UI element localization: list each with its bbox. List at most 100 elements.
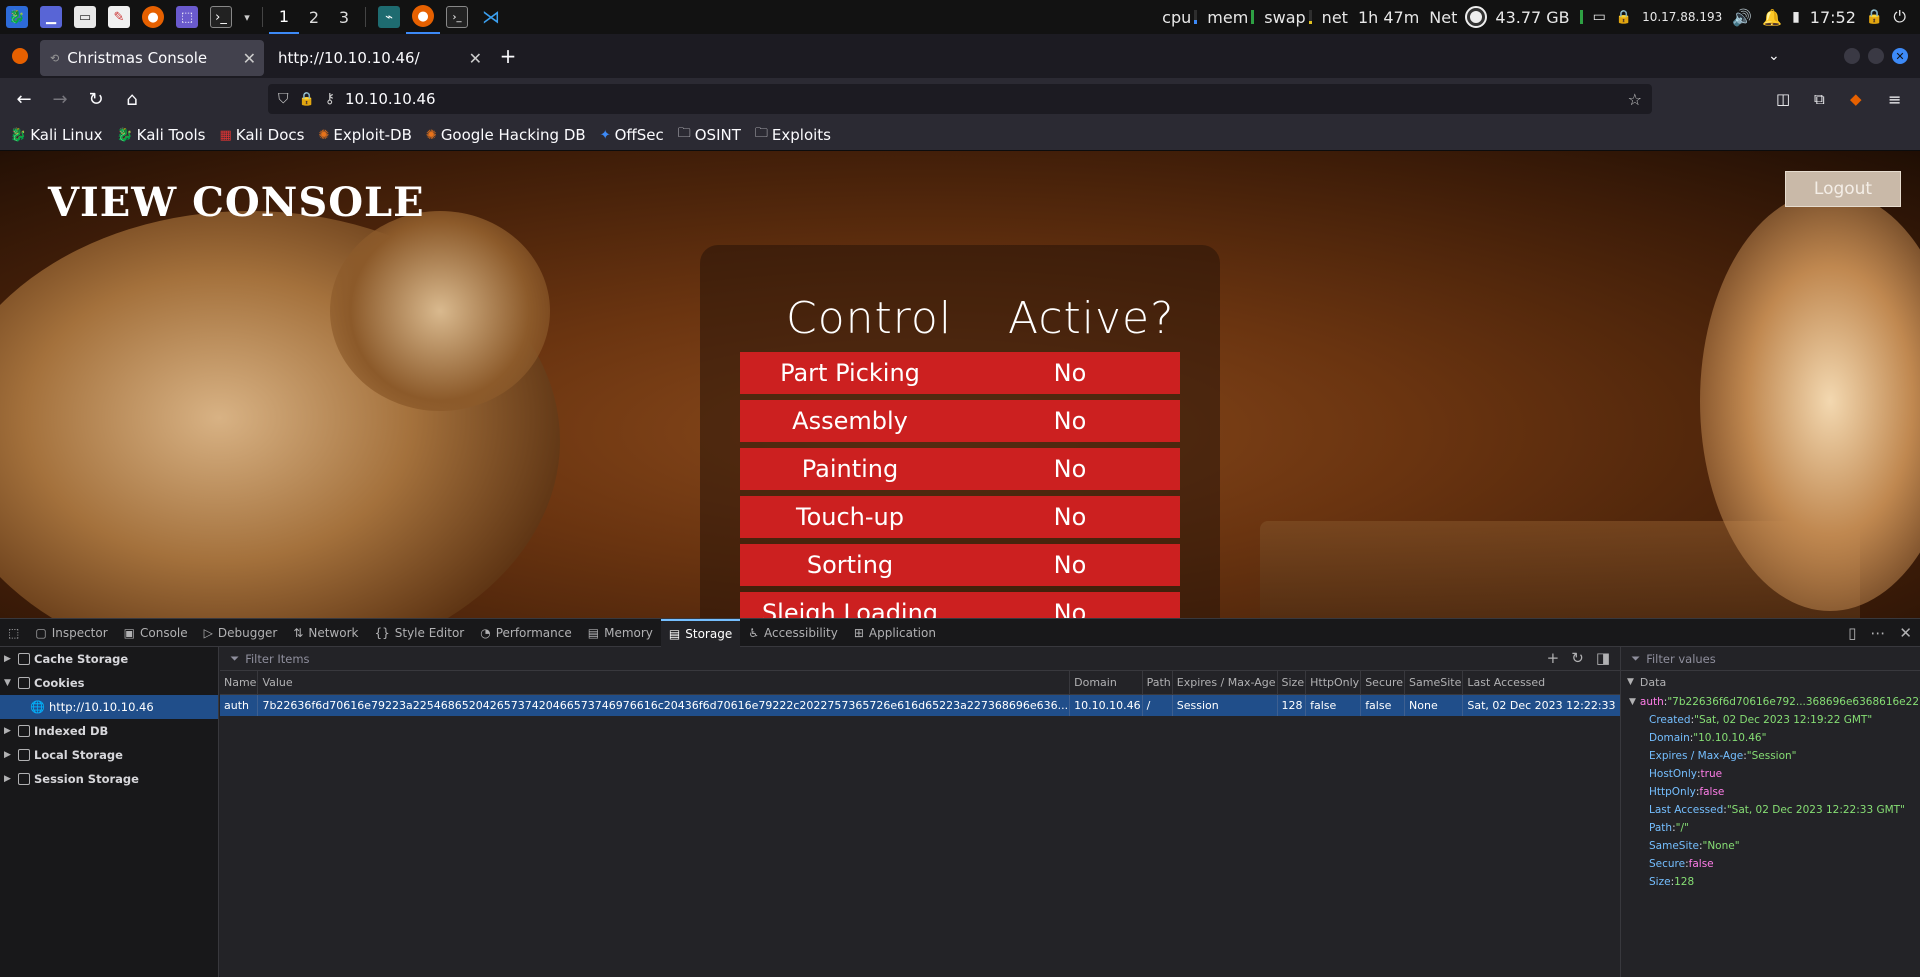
column-header[interactable]: Name [220,671,259,695]
expand-arrow-icon[interactable]: ▶ [4,774,14,784]
tree-cookies[interactable]: ▼ Cookies [0,671,218,695]
bookmark-kali-docs[interactable]: ▦ Kali Docs [220,126,305,144]
extensions-icon[interactable]: ⧉ [1814,90,1825,108]
tab-style-editor[interactable]: {} Style Editor [366,619,472,647]
file-manager-icon[interactable]: ▭ [68,0,102,34]
display-icon[interactable]: ▭ [1593,9,1606,25]
disk-icon[interactable] [1465,6,1488,28]
swap-monitor[interactable]: swap [1264,8,1312,27]
column-header[interactable]: Domain [1069,671,1143,695]
lock-screen-icon[interactable]: 🔒 [1866,9,1883,25]
logout-button[interactable]: Logout [1785,171,1901,207]
column-header[interactable]: SameSite [1404,671,1464,695]
bookmark-star-icon[interactable]: ☆ [1628,90,1642,109]
collapse-arrow-icon[interactable]: ▼ [4,678,14,688]
tab-debugger[interactable]: ▷ Debugger [196,619,286,647]
kali-menu-icon[interactable]: 🐉 [0,0,34,34]
column-header[interactable]: Expires / Max-Age [1172,671,1278,695]
new-tab-button[interactable]: + [490,44,526,68]
show-desktop-icon[interactable]: ▁ [34,0,68,34]
filter-values-input[interactable]: ⏷ Filter values [1621,647,1920,671]
list-all-tabs-icon[interactable]: ⌄ [1768,48,1780,64]
back-icon[interactable]: ← [8,83,40,115]
collapse-arrow-icon[interactable]: ▼ [1627,677,1634,687]
taskbar-terminal-app-icon[interactable]: ⌁ [372,0,406,34]
tab-memory[interactable]: ▤ Memory [580,619,661,647]
tab-performance[interactable]: ◔ Performance [472,619,580,647]
text-editor-icon[interactable]: ✎ [102,0,136,34]
bookmark-kali-tools[interactable]: 🐉 Kali Tools [116,126,205,144]
net-monitor[interactable]: net [1322,8,1348,27]
tree-cookie-host[interactable]: 🌐 http://10.10.10.46 [0,695,218,719]
expand-arrow-icon[interactable]: ▶ [4,750,14,760]
tree-indexed-db[interactable]: ▶ Indexed DB [0,719,218,743]
tab-christmas-console[interactable]: ⟲ Christmas Console ✕ [40,40,264,76]
close-window-icon[interactable]: ✕ [1892,48,1908,64]
filter-items-input[interactable]: ⏷ Filter Items + ↻ ◨ [220,647,1620,671]
data-prop-row[interactable]: Path: "/" [1621,819,1920,837]
data-prop-row[interactable]: Expires / Max-Age: "Session" [1621,747,1920,765]
column-header[interactable]: Secure [1360,671,1406,695]
data-prop-row[interactable]: Size:128 [1621,873,1920,891]
tab-application[interactable]: ⊞ Application [846,619,944,647]
workspace-2[interactable]: 2 [299,0,329,34]
data-prop-row[interactable]: SameSite: "None" [1621,837,1920,855]
bookmark-folder-exploits[interactable]: 🗀 Exploits [755,124,831,146]
expand-arrow-icon[interactable]: ▶ [4,726,14,736]
cookie-expires[interactable]: Session [1172,694,1278,716]
tab-10-10-10-46[interactable]: http://10.10.10.46/ ✕ [268,40,490,76]
tree-session-storage[interactable]: ▶ Session Storage [0,767,218,791]
tab-accessibility[interactable]: ♿ Accessibility [740,619,846,647]
tab-inspector[interactable]: ▢ Inspector [27,619,115,647]
permissions-key-icon[interactable]: ⚷ [325,91,335,107]
column-header[interactable]: Path [1142,671,1173,695]
bookmark-offsec[interactable]: ✦ OffSec [600,126,664,144]
tree-local-storage[interactable]: ▶ Local Storage [0,743,218,767]
cookie-last-accessed[interactable]: Sat, 02 Dec 2023 12:22:33 ... [1462,694,1632,716]
expand-arrow-icon[interactable]: ▶ [4,654,14,664]
column-header[interactable]: Value [257,671,1071,695]
cookie-size[interactable]: 128 [1277,694,1307,716]
refresh-icon[interactable]: ↻ [1571,649,1584,667]
vpn-lock-icon[interactable]: 🔒 [1616,10,1632,25]
close-tab-icon[interactable]: ✕ [243,49,256,68]
data-prop-row[interactable]: Secure: false [1621,855,1920,873]
data-prop-row[interactable]: HttpOnly: false [1621,783,1920,801]
toggle-sidebar-icon[interactable]: ◨ [1596,649,1610,667]
notification-bell-icon[interactable]: 🔔 [1762,8,1782,27]
responsive-design-icon[interactable]: ▯ [1848,624,1856,642]
bookmark-exploit-db[interactable]: ✺ Exploit-DB [318,126,411,144]
tree-cache-storage[interactable]: ▶ Cache Storage [0,647,218,671]
url-bar[interactable]: ⛉ 🔒 ⚷ 10.10.10.46 ☆ [268,84,1652,114]
reload-icon[interactable]: ↻ [80,83,112,115]
cookie-secure[interactable]: false [1360,694,1406,716]
logout-power-icon[interactable]: ⏻ [1893,7,1906,27]
home-icon[interactable]: ⌂ [116,83,148,115]
column-header[interactable]: HttpOnly [1305,671,1362,695]
table-row[interactable]: auth 7b22636f6d70616e79223a2254686520426… [220,694,1632,716]
clock-text[interactable]: 17:52 [1810,8,1856,27]
app-menu-icon[interactable]: ≡ [1888,90,1901,109]
url-text[interactable]: 10.10.10.46 [345,90,436,108]
close-tab-icon[interactable]: ✕ [469,49,482,68]
cookie-name[interactable]: auth [220,694,259,716]
add-item-icon[interactable]: + [1547,649,1560,667]
bookmark-google-hacking-db[interactable]: ✺ Google Hacking DB [426,126,586,144]
cookie-samesite[interactable]: None [1404,694,1464,716]
element-picker-icon[interactable]: ⬚ [0,619,27,647]
tab-storage[interactable]: ▤ Storage [660,618,741,647]
data-prop-row[interactable]: Created: "Sat, 02 Dec 2023 12:19:22 GMT" [1621,711,1920,729]
data-prop-row[interactable]: Last Accessed: "Sat, 02 Dec 2023 12:22:33… [1621,801,1920,819]
devtools-menu-icon[interactable]: ⋯ [1870,624,1885,642]
collapse-arrow-icon[interactable]: ▼ [1629,697,1636,707]
data-section-header[interactable]: ▼ Data [1621,671,1920,693]
volume-icon[interactable]: 🔊 [1732,8,1752,27]
cookie-domain[interactable]: 10.10.10.46 [1069,694,1143,716]
workspace-3[interactable]: 3 [329,0,359,34]
tab-network[interactable]: ⇅ Network [285,619,366,647]
power-manager-icon[interactable]: ▮ [1792,9,1800,25]
close-devtools-icon[interactable]: ✕ [1899,624,1912,642]
bookmark-folder-osint[interactable]: 🗀 OSINT [678,124,741,146]
mem-monitor[interactable]: mem [1207,8,1255,27]
taskbar-terminal-icon[interactable]: ›_ [440,0,474,34]
